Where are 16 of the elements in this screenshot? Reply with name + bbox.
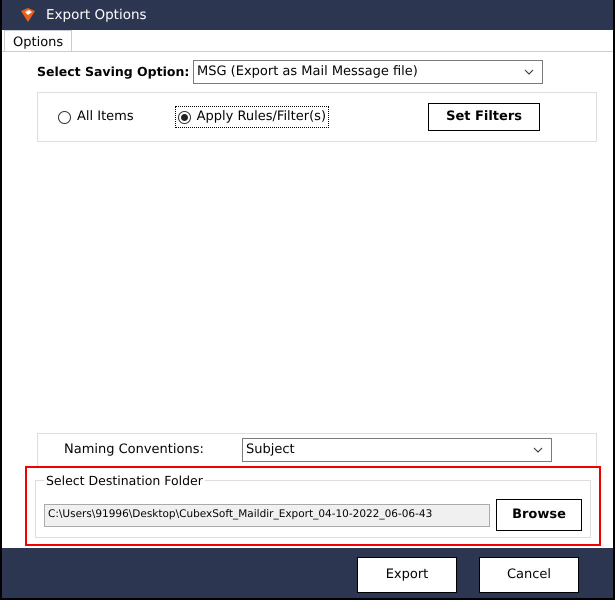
path-field[interactable]: C:\Users\91996\Desktop\CubexSoft_Maildir_Export_04-10-2022_06-06-43 <box>44 504 490 526</box>
dropdown-caret-icon <box>524 69 534 75</box>
window-title: Export Options <box>46 6 147 25</box>
naming-dropdown[interactable]: Subject <box>242 438 552 462</box>
tab[interactable]: Options <box>4 30 72 51</box>
field-label: Naming Conventions: <box>64 441 205 460</box>
radio-option[interactable]: All Items <box>56 107 136 127</box>
field-label: Select Saving Option: <box>37 62 190 81</box>
set-filters-button[interactable]: Set Filters <box>428 103 540 131</box>
dialog-button[interactable]: Export <box>357 557 457 593</box>
dialog-button[interactable]: Cancel <box>479 557 579 593</box>
app-logo-icon <box>20 7 36 23</box>
dropdown-caret-icon <box>533 447 543 453</box>
browse-button[interactable]: Browse <box>496 499 582 531</box>
saving-option-dropdown[interactable]: MSG (Export as Mail Message file) <box>193 60 543 84</box>
radio-option[interactable]: Apply Rules/Filter(s) <box>176 107 328 127</box>
